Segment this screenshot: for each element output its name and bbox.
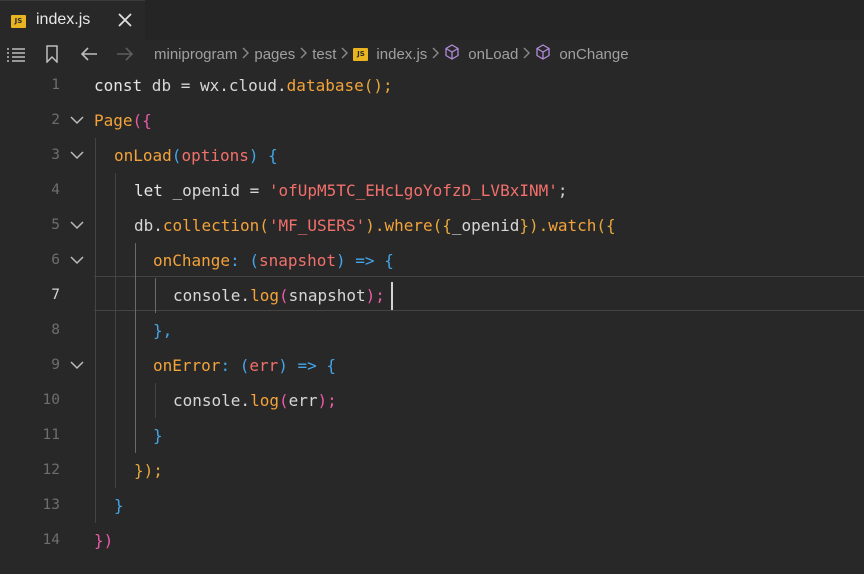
chevron-right-icon: [341, 46, 349, 63]
chevron-down-icon[interactable]: [70, 357, 84, 370]
breadcrumb: miniprogram pages test JS index.js onLoa…: [154, 40, 629, 68]
code-text: },: [153, 321, 173, 340]
breadcrumb-item-miniprogram[interactable]: miniprogram: [154, 46, 237, 63]
code-line[interactable]: 3 onLoad(options) {: [0, 138, 864, 173]
code-text: console.log(snapshot);: [173, 286, 385, 305]
code-line[interactable]: 10 console.log(err);: [0, 383, 864, 418]
line-number: 4: [51, 182, 60, 198]
tab-index-js[interactable]: JS index.js: [0, 0, 145, 40]
code-text: db.collection('MF_USERS').where({_openid…: [134, 216, 616, 235]
js-file-icon: JS: [353, 47, 369, 61]
code-line[interactable]: 11 }: [0, 418, 864, 453]
line-number: 10: [42, 392, 60, 408]
line-number: 5: [51, 217, 60, 233]
chevron-down-icon[interactable]: [70, 217, 84, 230]
arrow-left-icon[interactable]: [80, 40, 98, 68]
chevron-down-icon[interactable]: [70, 147, 84, 160]
code-text: const db = wx.cloud.database();: [94, 76, 393, 95]
code-text: console.log(err);: [173, 391, 337, 410]
chevron-down-icon[interactable]: [70, 252, 84, 265]
tab-bar: JS index.js: [0, 0, 864, 40]
code-text: let _openid = 'ofUpM5TC_EHcLgoYofzD_LVBx…: [134, 181, 568, 200]
code-text: }: [114, 496, 124, 515]
close-icon[interactable]: [116, 9, 134, 31]
code-text: }): [94, 531, 114, 550]
line-number: 14: [42, 532, 60, 548]
chevron-right-icon: [523, 46, 531, 63]
code-text: onLoad(options) {: [114, 146, 278, 165]
line-number: 9: [51, 357, 60, 373]
line-number: 6: [51, 252, 60, 268]
code-text: Page({: [94, 111, 152, 130]
code-line[interactable]: 13 }: [0, 488, 864, 523]
line-number: 3: [51, 147, 60, 163]
breadcrumb-item-pages[interactable]: pages: [254, 46, 295, 63]
line-number: 11: [42, 427, 60, 443]
code-line[interactable]: 14 }): [0, 523, 864, 558]
line-number: 13: [42, 497, 60, 513]
text-cursor: [391, 282, 393, 310]
code-line[interactable]: 12 });: [0, 453, 864, 488]
chevron-right-icon: [300, 46, 308, 63]
code-line[interactable]: 5 db.collection('MF_USERS').where({_open…: [0, 208, 864, 243]
code-text: }: [153, 426, 163, 445]
code-text: });: [134, 461, 163, 480]
tab-title: index.js: [36, 11, 91, 28]
breadcrumb-item-file[interactable]: index.js: [376, 46, 427, 63]
code-line[interactable]: 9 onError: (err) => {: [0, 348, 864, 383]
code-line[interactable]: 8 },: [0, 313, 864, 348]
code-line[interactable]: 2 Page({: [0, 103, 864, 138]
cube-icon: [444, 44, 460, 64]
line-number: 7: [51, 287, 60, 303]
code-line[interactable]: 6 onChange: (snapshot) => {: [0, 243, 864, 278]
breadcrumb-item-onchange[interactable]: onChange: [559, 46, 628, 63]
chevron-right-icon: [242, 46, 250, 63]
breadcrumb-bar: miniprogram pages test JS index.js onLoa…: [0, 40, 864, 68]
outline-icon[interactable]: [6, 40, 26, 68]
code-line-active[interactable]: 7 console.log(snapshot);: [0, 278, 864, 313]
code-text: onError: (err) => {: [153, 356, 337, 375]
code-text: onChange: (snapshot) => {: [153, 251, 394, 270]
bookmark-icon[interactable]: [45, 40, 59, 68]
code-line[interactable]: 4 let _openid = 'ofUpM5TC_EHcLgoYofzD_LV…: [0, 173, 864, 208]
line-number: 12: [42, 462, 60, 478]
line-number: 1: [51, 77, 60, 93]
chevron-right-icon: [432, 46, 440, 63]
breadcrumb-item-test[interactable]: test: [312, 46, 336, 63]
breadcrumb-item-onload[interactable]: onLoad: [468, 46, 518, 63]
line-number: 2: [51, 112, 60, 128]
chevron-down-icon[interactable]: [70, 112, 84, 125]
line-number: 8: [51, 322, 60, 338]
code-editor[interactable]: 1 const db = wx.cloud.database(); 2 Page…: [0, 68, 864, 574]
js-file-icon: JS: [11, 15, 26, 28]
arrow-right-icon: [116, 40, 134, 68]
code-line[interactable]: 1 const db = wx.cloud.database();: [0, 68, 864, 103]
cube-icon: [535, 44, 551, 64]
